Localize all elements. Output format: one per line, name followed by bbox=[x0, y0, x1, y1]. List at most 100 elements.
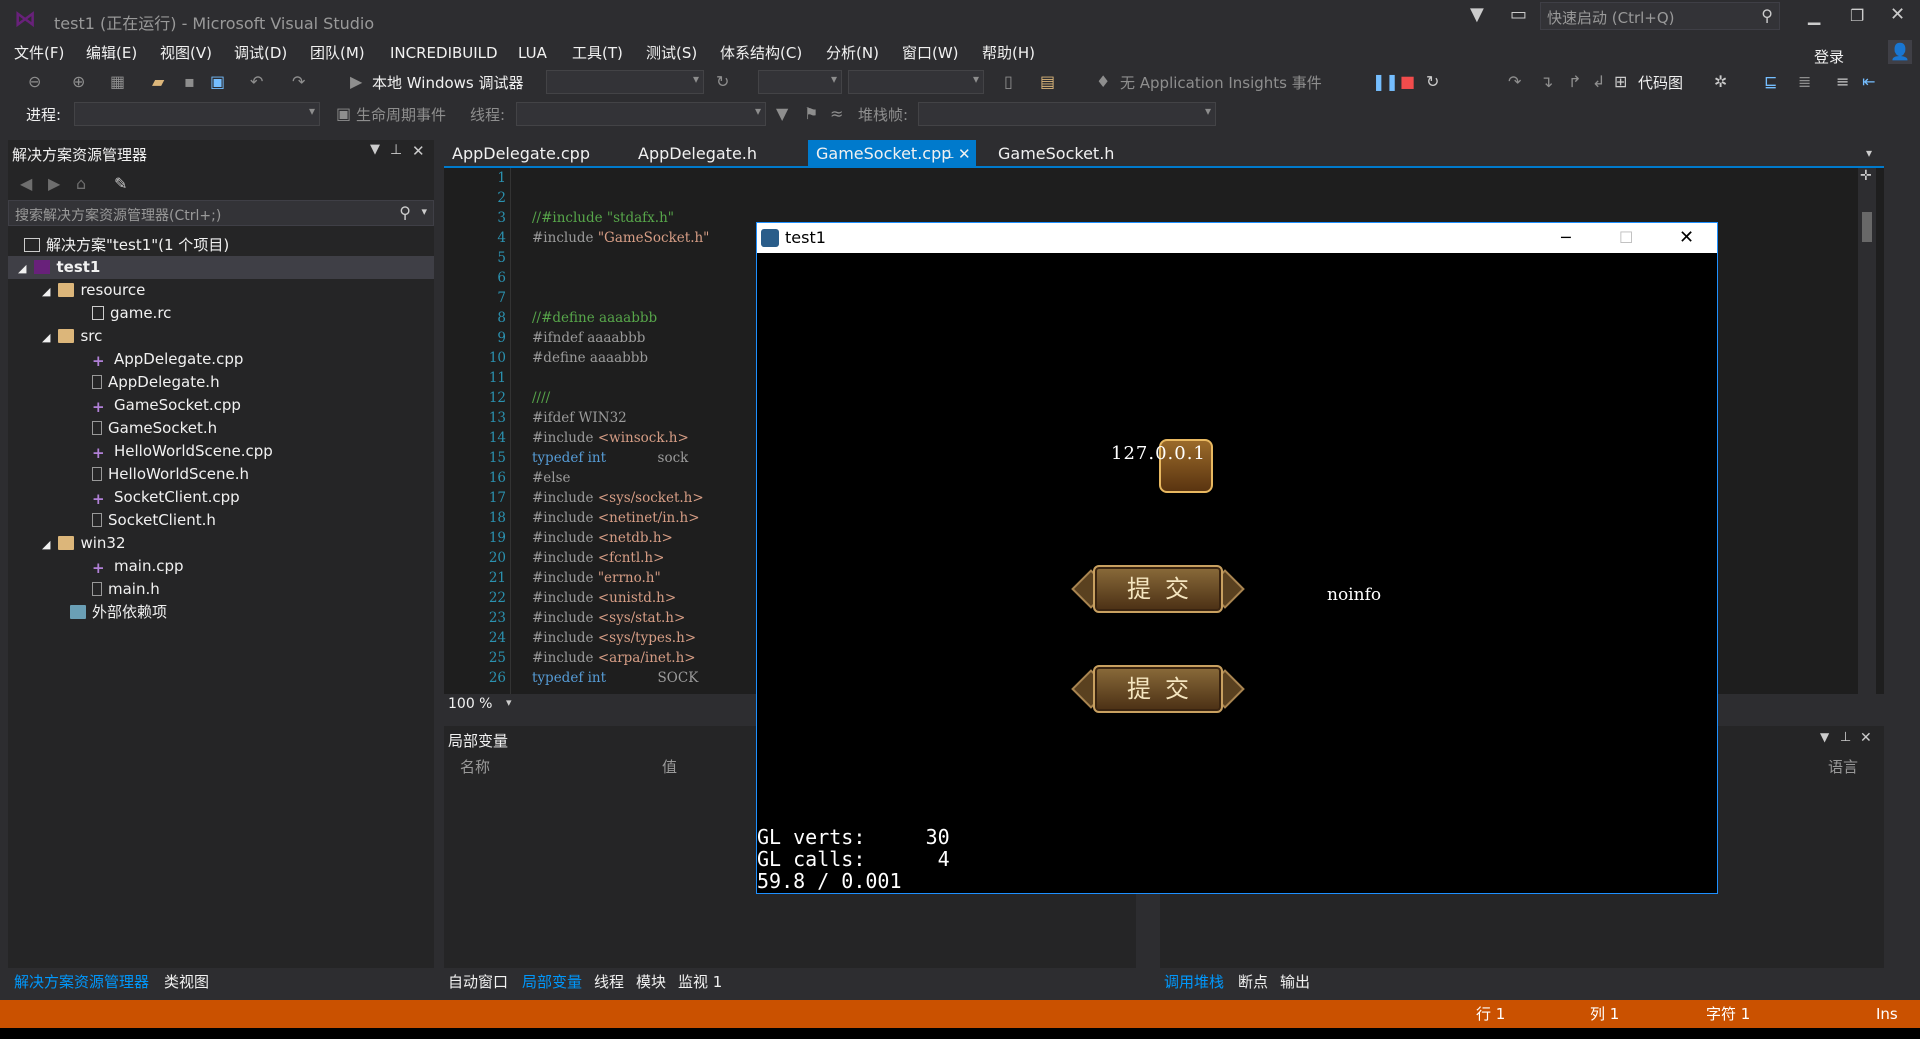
forward-icon[interactable]: ⊕ bbox=[72, 72, 85, 92]
insights-label[interactable]: 无 Application Insights 事件 bbox=[1120, 72, 1322, 93]
properties-icon[interactable]: ✎ bbox=[114, 174, 127, 193]
tab-watch1[interactable]: 监视 1 bbox=[678, 970, 722, 994]
tab-autos[interactable]: 自动窗口 bbox=[448, 970, 508, 994]
submit-button-1[interactable]: 提交 bbox=[1071, 563, 1245, 615]
menu-architecture[interactable]: 体系结构(C) bbox=[716, 40, 806, 66]
folder-win32[interactable]: ◢ win32 bbox=[8, 532, 434, 555]
file-main-cpp[interactable]: + main.cpp bbox=[8, 555, 434, 578]
folder-external-deps[interactable]: 外部依赖项 bbox=[8, 601, 434, 624]
refresh-icon[interactable]: ↻ bbox=[716, 72, 729, 92]
nav-forward-icon[interactable]: ▶ bbox=[48, 174, 60, 193]
explorer-icon[interactable]: ▤ bbox=[1040, 72, 1055, 92]
restart-icon[interactable]: ↻ bbox=[1426, 72, 1439, 92]
app-minimize-button[interactable]: ─ bbox=[1561, 223, 1571, 253]
step-back-icon[interactable]: ↲ bbox=[1592, 72, 1605, 92]
debugger-target[interactable]: 本地 Windows 调试器 bbox=[372, 72, 524, 93]
menu-view[interactable]: 视图(V) bbox=[156, 40, 216, 66]
close-tab-icon[interactable]: ✕ bbox=[958, 140, 971, 168]
restore-button[interactable]: ❐ bbox=[1850, 6, 1864, 25]
chevron-down-icon[interactable]: ▾ bbox=[421, 205, 427, 218]
vertical-scrollbar[interactable] bbox=[1858, 168, 1876, 694]
save-icon[interactable]: ▪ bbox=[184, 72, 195, 92]
zoom-level[interactable]: 100 % bbox=[448, 696, 492, 712]
device-icon[interactable]: ▯ bbox=[1004, 72, 1013, 92]
format-icon[interactable]: ≣ bbox=[1798, 72, 1811, 92]
menu-tools[interactable]: 工具(T) bbox=[568, 40, 627, 66]
menu-test[interactable]: 测试(S) bbox=[642, 40, 701, 66]
new-project-icon[interactable]: ▦ bbox=[110, 72, 125, 92]
save-all-icon[interactable]: ▣ bbox=[210, 72, 225, 92]
solution-search-input[interactable]: 搜索解决方案资源管理器(Ctrl+;) ⚲ ▾ bbox=[8, 200, 434, 226]
thread-combo[interactable] bbox=[516, 102, 766, 126]
step-over-icon[interactable]: ↷ bbox=[1508, 72, 1521, 92]
submit-button-2[interactable]: 提交 bbox=[1071, 663, 1245, 715]
filter-icon[interactable]: ▼ bbox=[1470, 4, 1484, 25]
menu-team[interactable]: 团队(M) bbox=[306, 40, 369, 66]
app-maximize-button[interactable]: ☐ bbox=[1619, 223, 1633, 253]
menu-analyze[interactable]: 分析(N) bbox=[822, 40, 883, 66]
align-icon[interactable]: ⊑ bbox=[1764, 72, 1777, 92]
feedback-icon[interactable]: ▭ bbox=[1510, 4, 1527, 25]
close-panel-icon[interactable]: ✕ bbox=[1860, 730, 1872, 746]
file-appdelegate-h[interactable]: AppDelegate.h bbox=[8, 371, 434, 394]
file-appdelegate-cpp[interactable]: + AppDelegate.cpp bbox=[8, 348, 434, 371]
stop-icon[interactable]: ■ bbox=[1400, 72, 1415, 92]
tab-gamesocket-h[interactable]: GameSocket.h bbox=[990, 140, 1122, 168]
folder-resource[interactable]: ◢ resource bbox=[8, 279, 434, 302]
redo-icon[interactable]: ↷ bbox=[292, 72, 305, 92]
panel-menu-icon[interactable]: ▼ bbox=[1820, 730, 1829, 744]
nav-back-icon[interactable]: ◀ bbox=[20, 174, 32, 193]
tab-locals[interactable]: 局部变量 bbox=[522, 970, 582, 994]
menu-lua[interactable]: LUA bbox=[514, 40, 551, 66]
split-icon[interactable]: ✛ bbox=[1860, 168, 1872, 184]
lifecycle-label[interactable]: 生命周期事件 bbox=[356, 104, 446, 125]
stack-frame-combo[interactable] bbox=[918, 102, 1216, 126]
lifecycle-icon[interactable]: ▣ bbox=[336, 104, 351, 124]
home-icon[interactable]: ⌂ bbox=[76, 174, 86, 193]
file-helloworld-h[interactable]: HelloWorldScene.h bbox=[8, 463, 434, 486]
solution-node[interactable]: 解决方案"test1"(1 个项目) bbox=[8, 234, 434, 257]
menu-edit[interactable]: 编辑(E) bbox=[82, 40, 141, 66]
codemap-icon[interactable]: ⊞ bbox=[1614, 72, 1627, 92]
panel-menu-icon[interactable]: ▼ bbox=[370, 142, 380, 157]
minimize-button[interactable]: ▁ bbox=[1808, 6, 1820, 25]
file-gamesocket-h[interactable]: GameSocket.h bbox=[8, 417, 434, 440]
outdent-icon[interactable]: ⇤ bbox=[1862, 72, 1875, 92]
tab-gamesocket-cpp[interactable]: GameSocket.cpp ⊥ ✕ bbox=[808, 140, 976, 168]
insights-icon[interactable]: ♦ bbox=[1096, 72, 1110, 92]
pin-icon[interactable]: ⊥ bbox=[944, 140, 954, 168]
menu-incredibuild[interactable]: INCREDIBUILD bbox=[386, 40, 502, 66]
tab-output[interactable]: 输出 bbox=[1280, 970, 1310, 994]
account-icon[interactable]: 👤 bbox=[1888, 40, 1912, 64]
process-combo[interactable] bbox=[74, 102, 320, 126]
codemap-label[interactable]: 代码图 bbox=[1638, 72, 1683, 93]
stack-combo[interactable] bbox=[848, 70, 984, 94]
tab-callstack[interactable]: 调用堆栈 bbox=[1164, 970, 1224, 994]
step-out-icon[interactable]: ↱ bbox=[1568, 72, 1581, 92]
scroll-thumb[interactable] bbox=[1862, 212, 1872, 242]
close-panel-icon[interactable]: ✕ bbox=[412, 142, 425, 160]
pin-icon[interactable]: ⊥ bbox=[1840, 730, 1851, 745]
file-gamesocket-cpp[interactable]: + GameSocket.cpp bbox=[8, 394, 434, 417]
tab-class-view[interactable]: 类视图 bbox=[164, 970, 209, 994]
open-icon[interactable]: ▰ bbox=[152, 72, 164, 92]
menu-debug[interactable]: 调试(D) bbox=[230, 40, 291, 66]
quick-launch-input[interactable]: 快速启动 (Ctrl+Q) ⚲ bbox=[1540, 2, 1780, 30]
tab-solution-explorer[interactable]: 解决方案资源管理器 bbox=[14, 970, 149, 994]
threads-icon[interactable]: ≈ bbox=[830, 104, 843, 124]
project-node[interactable]: ◢ test1 bbox=[8, 256, 434, 279]
file-helloworld-cpp[interactable]: + HelloWorldScene.cpp bbox=[8, 440, 434, 463]
platform-combo[interactable] bbox=[758, 70, 842, 94]
start-debug-icon[interactable]: ▶ bbox=[350, 72, 362, 92]
flag-icon[interactable]: ⚑ bbox=[804, 104, 818, 124]
pin-icon[interactable]: ⊥ bbox=[390, 142, 402, 158]
back-icon[interactable]: ⊖ bbox=[28, 72, 41, 92]
pause-icon[interactable]: ❚❚ bbox=[1372, 72, 1399, 92]
tab-appdelegate-cpp[interactable]: AppDelegate.cpp bbox=[444, 140, 598, 168]
tab-overflow-icon[interactable]: ▾ bbox=[1866, 146, 1872, 160]
undo-icon[interactable]: ↶ bbox=[250, 72, 263, 92]
menu-help[interactable]: 帮助(H) bbox=[978, 40, 1039, 66]
tools-icon[interactable]: ✲ bbox=[1714, 72, 1727, 92]
file-socketclient-h[interactable]: SocketClient.h bbox=[8, 509, 434, 532]
tab-breakpoints[interactable]: 断点 bbox=[1238, 970, 1268, 994]
